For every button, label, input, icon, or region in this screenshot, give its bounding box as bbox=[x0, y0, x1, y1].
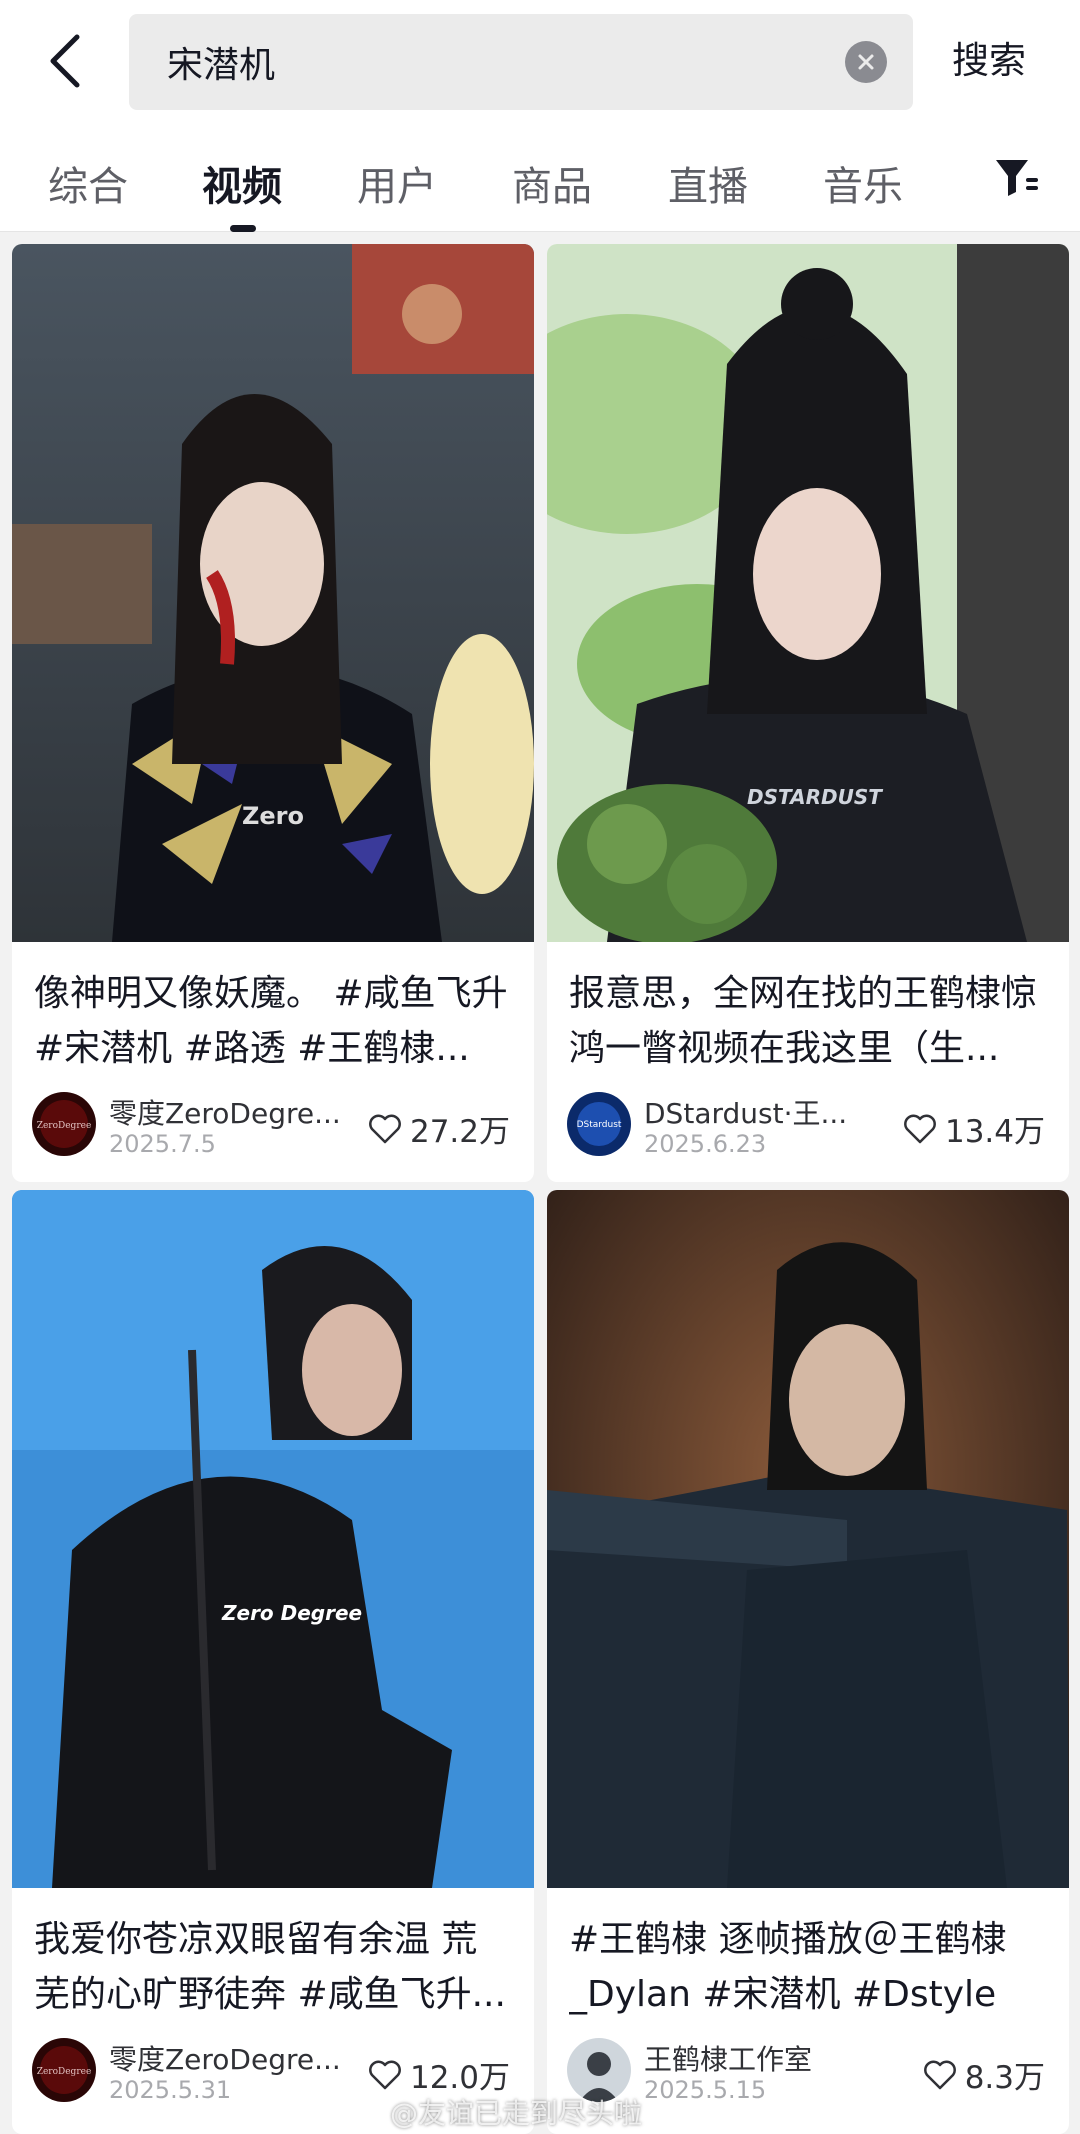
search-input[interactable]: 宋潜机 bbox=[129, 14, 913, 110]
tab-users[interactable]: 用户 bbox=[357, 154, 437, 212]
search-category-tabs: 综合 视频 用户 商品 直播 音乐 bbox=[0, 122, 1080, 232]
top-bar: 宋潜机 搜索 bbox=[0, 0, 1080, 122]
publish-date: 2025.5.31 bbox=[109, 2076, 232, 2104]
author-name[interactable]: 王鹤棣工作室 bbox=[644, 2038, 884, 2078]
like-count-value: 8.3万 bbox=[964, 2060, 1045, 2096]
tab-comprehensive[interactable]: 综合 bbox=[48, 154, 128, 212]
avatar[interactable]: ZeroDegree bbox=[32, 2038, 96, 2102]
back-button[interactable] bbox=[0, 0, 130, 122]
filter-icon bbox=[996, 160, 1038, 196]
heart-icon bbox=[904, 1114, 936, 1143]
tab-music[interactable]: 音乐 bbox=[823, 154, 903, 212]
heart-icon bbox=[369, 2060, 401, 2089]
author-name[interactable]: 零度ZeroDegre... bbox=[109, 2038, 349, 2078]
avatar[interactable]: DStardust bbox=[567, 1092, 631, 1156]
tab-videos[interactable]: 视频 bbox=[202, 154, 282, 212]
video-thumbnail[interactable]: Zero Degree bbox=[12, 1190, 534, 1888]
chevron-left-icon bbox=[50, 34, 80, 88]
heart-icon bbox=[923, 2060, 956, 2089]
tab-live[interactable]: 直播 bbox=[668, 154, 748, 212]
video-thumbnail[interactable] bbox=[547, 1190, 1069, 1888]
publish-date: 2025.5.15 bbox=[644, 2076, 767, 2104]
author-name[interactable]: 零度ZeroDegre... bbox=[109, 1092, 349, 1132]
thumbnail-watermark: DSTARDUST bbox=[747, 785, 883, 809]
tab-products[interactable]: 商品 bbox=[512, 154, 592, 212]
svg-text:ZeroDegree: ZeroDegree bbox=[37, 1121, 92, 1131]
video-card[interactable]: #王鹤棣 逐帧播放＠王鹤棣_Dylan #宋潜机 #Dstyle 王鹤棣工作室 … bbox=[547, 1190, 1069, 2134]
author-name[interactable]: DStardust·王... bbox=[644, 1092, 884, 1132]
publish-date: 2025.6.23 bbox=[644, 1130, 767, 1158]
active-tab-indicator bbox=[230, 225, 256, 232]
svg-text:ZeroDegree: ZeroDegree bbox=[37, 2067, 92, 2077]
like-count-value: 13.4万 bbox=[944, 1114, 1045, 1150]
video-thumbnail[interactable]: Zero bbox=[12, 244, 534, 942]
search-button[interactable]: 搜索 bbox=[952, 30, 1026, 84]
video-card[interactable]: Zero Degree 我爱你苍凉双眼留有余温 荒芜的心旷野徒奔 #咸鱼飞升..… bbox=[12, 1190, 534, 2134]
like-count: 12.0万 bbox=[368, 2052, 510, 2097]
like-count: 13.4万 bbox=[903, 1106, 1045, 1151]
video-title[interactable]: 我爱你苍凉双眼留有余温 荒芜的心旷野徒奔 #咸鱼飞升... bbox=[34, 1912, 512, 2022]
publish-date: 2025.7.5 bbox=[109, 1130, 216, 1158]
thumbnail-watermark: Zero bbox=[242, 802, 304, 830]
video-title[interactable]: 报意思，全网在找的王鹤棣惊鸿一瞥视频在我这里（生... bbox=[569, 966, 1047, 1076]
avatar[interactable]: ZeroDegree bbox=[32, 1092, 96, 1156]
close-icon bbox=[858, 54, 874, 70]
search-query-text: 宋潜机 bbox=[167, 45, 276, 86]
screenshot-watermark: @友谊已走到尽头啦 bbox=[390, 2097, 643, 2130]
svg-text:DStardust: DStardust bbox=[577, 1120, 622, 1130]
video-card[interactable]: DSTARDUST 报意思，全网在找的王鹤棣惊鸿一瞥视频在我这里（生... DS… bbox=[547, 244, 1069, 1182]
video-title[interactable]: 像神明又像妖魔。 #咸鱼飞升 #宋潜机 #路透 #王鹤棣... bbox=[34, 966, 512, 1076]
like-count: 8.3万 bbox=[923, 2052, 1045, 2097]
thumbnail-watermark: Zero Degree bbox=[221, 1601, 362, 1625]
like-count-value: 12.0万 bbox=[409, 2060, 510, 2096]
video-card[interactable]: Zero 像神明又像妖魔。 #咸鱼飞升 #宋潜机 #路透 #王鹤棣... Zer… bbox=[12, 244, 534, 1182]
video-title[interactable]: #王鹤棣 逐帧播放＠王鹤棣_Dylan #宋潜机 #Dstyle bbox=[569, 1912, 1047, 2022]
like-count-value: 27.2万 bbox=[409, 1114, 510, 1150]
like-count: 27.2万 bbox=[368, 1106, 510, 1151]
clear-search-button[interactable] bbox=[845, 41, 887, 83]
filter-button[interactable] bbox=[990, 150, 1044, 204]
heart-icon bbox=[369, 1114, 401, 1143]
video-thumbnail[interactable]: DSTARDUST bbox=[547, 244, 1069, 942]
